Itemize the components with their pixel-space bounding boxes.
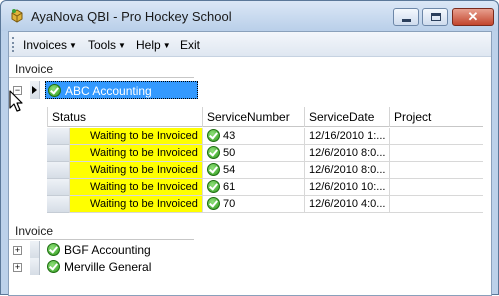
menu-tools-label: Tools (88, 38, 117, 52)
title-bar[interactable]: AyaNova QBI - Pro Hockey School ✕ (1, 1, 498, 31)
project-cell[interactable] (389, 179, 483, 196)
minimize-icon (402, 19, 411, 22)
servicenumber-text: 43 (223, 130, 236, 142)
maximize-icon (431, 13, 441, 21)
servicenumber-cell[interactable]: 61 (202, 179, 304, 196)
checkmark-icon (207, 129, 220, 142)
band-header-invoice: Invoice (9, 60, 194, 78)
expand-icon[interactable]: + (13, 246, 22, 255)
checkmark-icon (207, 197, 220, 210)
status-cell[interactable]: Waiting to be Invoiced (69, 179, 202, 196)
minimize-button[interactable] (393, 8, 419, 26)
client-row[interactable]: + Merville General (9, 258, 209, 276)
servicenumber-text: 70 (223, 198, 236, 210)
servicedate-cell[interactable]: 12/6/2010 4:0... (304, 196, 389, 213)
servicenumber-text: 61 (223, 181, 236, 193)
servicenumber-cell[interactable]: 43 (202, 128, 304, 145)
mouse-cursor-icon (9, 90, 23, 112)
chevron-down-icon: ▼ (69, 41, 77, 50)
servicenumber-text: 50 (223, 147, 236, 159)
maximize-button[interactable] (422, 8, 448, 26)
close-icon: ✕ (467, 9, 479, 24)
row-selector[interactable] (47, 162, 69, 179)
menu-invoices[interactable]: Invoices ▼ (23, 38, 77, 52)
servicedate-cell[interactable]: 12/16/2010 1:... (304, 128, 389, 145)
row-selector[interactable] (47, 196, 69, 213)
client-name: ABC Accounting (65, 84, 152, 98)
row-selector[interactable] (30, 258, 40, 275)
client-row-selected[interactable]: − ABC Accounting (9, 81, 209, 99)
menu-tools[interactable]: Tools ▼ (88, 38, 126, 52)
row-selector[interactable] (47, 179, 69, 196)
client-row[interactable]: + BGF Accounting (9, 241, 209, 259)
project-cell[interactable] (389, 128, 483, 145)
checkmark-icon (207, 163, 220, 176)
checkmark-icon (207, 146, 220, 159)
menu-bar: Invoices ▼ Tools ▼ Help ▼ Exit (9, 32, 491, 57)
checkmark-icon (48, 84, 61, 97)
menu-help-label: Help (136, 38, 161, 52)
status-cell[interactable]: Waiting to be Invoiced (69, 145, 202, 162)
checkmark-icon (47, 243, 60, 256)
window-title: AyaNova QBI - Pro Hockey School (31, 9, 232, 24)
menu-invoices-label: Invoices (23, 38, 68, 52)
project-cell[interactable] (389, 196, 483, 213)
grid-header: Status ServiceNumber ServiceDate Project (47, 107, 483, 127)
menu-help[interactable]: Help ▼ (136, 38, 171, 52)
row-selector[interactable] (30, 81, 40, 99)
toolbar-grip[interactable] (12, 37, 15, 52)
app-icon (11, 9, 23, 23)
column-header-status[interactable]: Status (47, 107, 202, 127)
row-selector[interactable] (47, 145, 69, 162)
menu-exit[interactable]: Exit (180, 38, 200, 52)
servicenumber-cell[interactable]: 70 (202, 196, 304, 213)
checkmark-icon (207, 180, 220, 193)
app-window: AyaNova QBI - Pro Hockey School ✕ Invoic… (0, 0, 499, 296)
client-name[interactable]: BGF Accounting (64, 243, 151, 257)
row-selector[interactable] (30, 241, 40, 258)
column-header-project[interactable]: Project (389, 107, 483, 127)
status-cell[interactable]: Waiting to be Invoiced (69, 128, 202, 145)
client-name[interactable]: Merville General (64, 260, 151, 274)
servicedate-cell[interactable]: 12/6/2010 8:0... (304, 162, 389, 179)
status-cell[interactable]: Waiting to be Invoiced (69, 196, 202, 213)
menu-exit-label: Exit (180, 38, 201, 52)
servicenumber-cell[interactable]: 50 (202, 145, 304, 162)
project-cell[interactable] (389, 145, 483, 162)
servicedate-cell[interactable]: 12/6/2010 8:0... (304, 145, 389, 162)
chevron-down-icon: ▼ (162, 41, 171, 50)
project-cell[interactable] (389, 162, 483, 179)
close-button[interactable]: ✕ (452, 8, 494, 26)
status-cell[interactable]: Waiting to be Invoiced (69, 162, 202, 179)
chevron-down-icon: ▼ (118, 41, 126, 50)
servicenumber-text: 54 (223, 164, 236, 176)
servicedate-cell[interactable]: 12/6/2010 10:... (304, 179, 389, 196)
column-header-servicenumber[interactable]: ServiceNumber (202, 107, 304, 127)
checkmark-icon (47, 260, 60, 273)
row-selector[interactable] (47, 128, 69, 145)
current-row-arrow-icon (32, 86, 37, 94)
expand-icon[interactable]: + (13, 263, 22, 272)
band-header-invoice: Invoice (9, 222, 194, 240)
column-header-servicedate[interactable]: ServiceDate (304, 107, 389, 127)
client-area: Invoices ▼ Tools ▼ Help ▼ Exit Invoice − AB… (8, 31, 492, 296)
client-cell-selected[interactable]: ABC Accounting (45, 81, 198, 99)
servicenumber-cell[interactable]: 54 (202, 162, 304, 179)
